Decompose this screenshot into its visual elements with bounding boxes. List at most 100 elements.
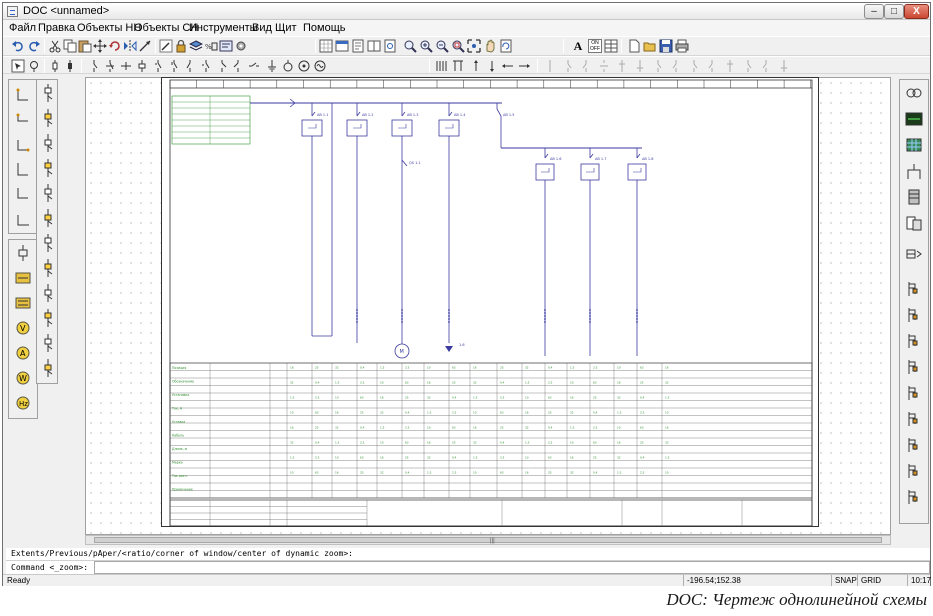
- horizontal-scrollbar[interactable]: |||: [85, 535, 891, 545]
- zoom-window-icon[interactable]: [451, 39, 465, 53]
- line-shape-5-icon[interactable]: [14, 186, 32, 204]
- redraw-icon[interactable]: [499, 39, 513, 53]
- settings-icon[interactable]: [234, 39, 248, 53]
- switchgear-11-icon[interactable]: [39, 334, 57, 352]
- switchgear-4-icon[interactable]: [39, 159, 57, 177]
- breaker-tool-icon[interactable]: [103, 59, 117, 73]
- window-view-icon[interactable]: [335, 39, 349, 53]
- book-icon[interactable]: [367, 39, 381, 53]
- switchgear-8-icon[interactable]: [39, 259, 57, 277]
- move-icon[interactable]: [93, 39, 107, 53]
- panel-device-8-icon[interactable]: [905, 462, 923, 480]
- zoom-icon[interactable]: [403, 39, 417, 53]
- line-down-tool-icon[interactable]: [485, 59, 499, 73]
- close-button[interactable]: X: [904, 4, 929, 19]
- bus-tool-icon[interactable]: [435, 59, 449, 73]
- sheet-view-icon[interactable]: [351, 39, 365, 53]
- paste-icon[interactable]: [78, 39, 92, 53]
- switchgear-2-icon[interactable]: [39, 109, 57, 127]
- zoom-out-icon[interactable]: [435, 39, 449, 53]
- panel-device-1-icon[interactable]: [905, 280, 923, 298]
- contactor-tool-icon[interactable]: [151, 59, 165, 73]
- panel-device-6-icon[interactable]: [905, 410, 923, 428]
- panel-device-4-icon[interactable]: [905, 358, 923, 376]
- lock-icon[interactable]: [174, 39, 188, 53]
- contactor2-tool-icon[interactable]: [167, 59, 181, 73]
- line-shape-3-icon[interactable]: [14, 136, 32, 154]
- switchgear-3-icon[interactable]: [39, 134, 57, 152]
- fuse-tool-icon[interactable]: [48, 59, 62, 73]
- panel-device-2-icon[interactable]: [905, 306, 923, 324]
- zoom-extents-icon[interactable]: [467, 39, 481, 53]
- line-right-tool-icon[interactable]: [517, 59, 531, 73]
- panel-tool-3-icon[interactable]: [905, 136, 923, 154]
- select-tool-icon[interactable]: [11, 59, 25, 73]
- panel-tool-1-icon[interactable]: [905, 84, 923, 102]
- line-shape-2-icon[interactable]: [14, 111, 32, 129]
- snap-toggle[interactable]: SNAP: [831, 575, 857, 586]
- maximize-button[interactable]: □: [884, 4, 904, 19]
- menu-help[interactable]: Помощь: [303, 22, 346, 34]
- menu-edit[interactable]: Правка: [38, 22, 75, 34]
- drawing-sheet[interactable]: АВ 1.1 АВ 1.2 АВ 1.3 АВ 1.4 АВ 1.5 QS 1.1 M 1.6…: [161, 77, 819, 527]
- line-shape-1-icon[interactable]: [14, 86, 32, 104]
- switchgear-9-icon[interactable]: [39, 284, 57, 302]
- panel-tool-5-icon[interactable]: [905, 188, 923, 206]
- panel-tool-6-icon[interactable]: [905, 214, 923, 232]
- panel-tool-4-icon[interactable]: [905, 162, 923, 180]
- minimize-button[interactable]: –: [864, 4, 884, 19]
- motor-tool-icon[interactable]: [297, 59, 311, 73]
- fuse-switch-tool-icon[interactable]: [63, 59, 77, 73]
- pan-icon[interactable]: [483, 39, 497, 53]
- bus2-tool-icon[interactable]: [451, 59, 465, 73]
- menu-panel[interactable]: Щит: [275, 22, 297, 34]
- mirror-icon[interactable]: [123, 39, 137, 53]
- switchgear-6-icon[interactable]: [39, 209, 57, 227]
- generator-tool-icon[interactable]: [313, 59, 327, 73]
- menu-tools[interactable]: Инструменты: [189, 22, 258, 34]
- grid-toggle[interactable]: GRID: [857, 575, 883, 586]
- switch3-tool-icon[interactable]: [247, 59, 261, 73]
- contact-tool-icon[interactable]: [87, 59, 101, 73]
- panel-device-7-icon[interactable]: [905, 436, 923, 454]
- switchgear-5-icon[interactable]: [39, 184, 57, 202]
- panel-tool-2-icon[interactable]: [905, 110, 923, 128]
- cut-icon[interactable]: [48, 39, 62, 53]
- menu-file[interactable]: Файл: [9, 22, 36, 34]
- save-icon[interactable]: [659, 39, 673, 53]
- print-preview-icon[interactable]: [383, 39, 397, 53]
- zoom-in-icon[interactable]: [419, 39, 433, 53]
- starter-tool-icon[interactable]: [183, 59, 197, 73]
- panel-device-9-icon[interactable]: [905, 488, 923, 506]
- undo-icon[interactable]: [11, 39, 25, 53]
- new-file-icon[interactable]: [627, 39, 641, 53]
- relay-tool-icon[interactable]: [135, 59, 149, 73]
- text-tool-button[interactable]: A: [570, 38, 586, 54]
- panel-device-3-icon[interactable]: [905, 332, 923, 350]
- menu-objects-lv[interactable]: Объекты НН: [77, 22, 141, 34]
- panel-device-5-icon[interactable]: [905, 384, 923, 402]
- switchgear-10-icon[interactable]: [39, 309, 57, 327]
- rotate-icon[interactable]: [108, 39, 122, 53]
- line-up-tool-icon[interactable]: [469, 59, 483, 73]
- scroll-thumb[interactable]: |||: [94, 537, 882, 544]
- switch2-tool-icon[interactable]: [231, 59, 245, 73]
- copy-icon[interactable]: [63, 39, 77, 53]
- table-icon[interactable]: [604, 39, 618, 53]
- panel-tool-7-icon[interactable]: [905, 245, 923, 263]
- line-shape-4-icon[interactable]: [14, 161, 32, 179]
- device-5-icon[interactable]: A: [14, 344, 32, 362]
- disconnector-tool-icon[interactable]: [119, 59, 133, 73]
- redo-icon[interactable]: [27, 39, 41, 53]
- device-1-icon[interactable]: [14, 244, 32, 262]
- menu-view[interactable]: Вид: [252, 22, 272, 34]
- lamp-tool-icon[interactable]: [281, 59, 295, 73]
- line-shape-6-icon[interactable]: [14, 211, 32, 229]
- device-4-icon[interactable]: V: [14, 319, 32, 337]
- edit-icon[interactable]: [159, 39, 173, 53]
- on-off-toggle[interactable]: ON OFF: [588, 39, 602, 53]
- switchgear-1-icon[interactable]: [39, 84, 57, 102]
- print-icon[interactable]: [675, 39, 689, 53]
- stretch-icon[interactable]: [138, 39, 152, 53]
- open-folder-icon[interactable]: [643, 39, 657, 53]
